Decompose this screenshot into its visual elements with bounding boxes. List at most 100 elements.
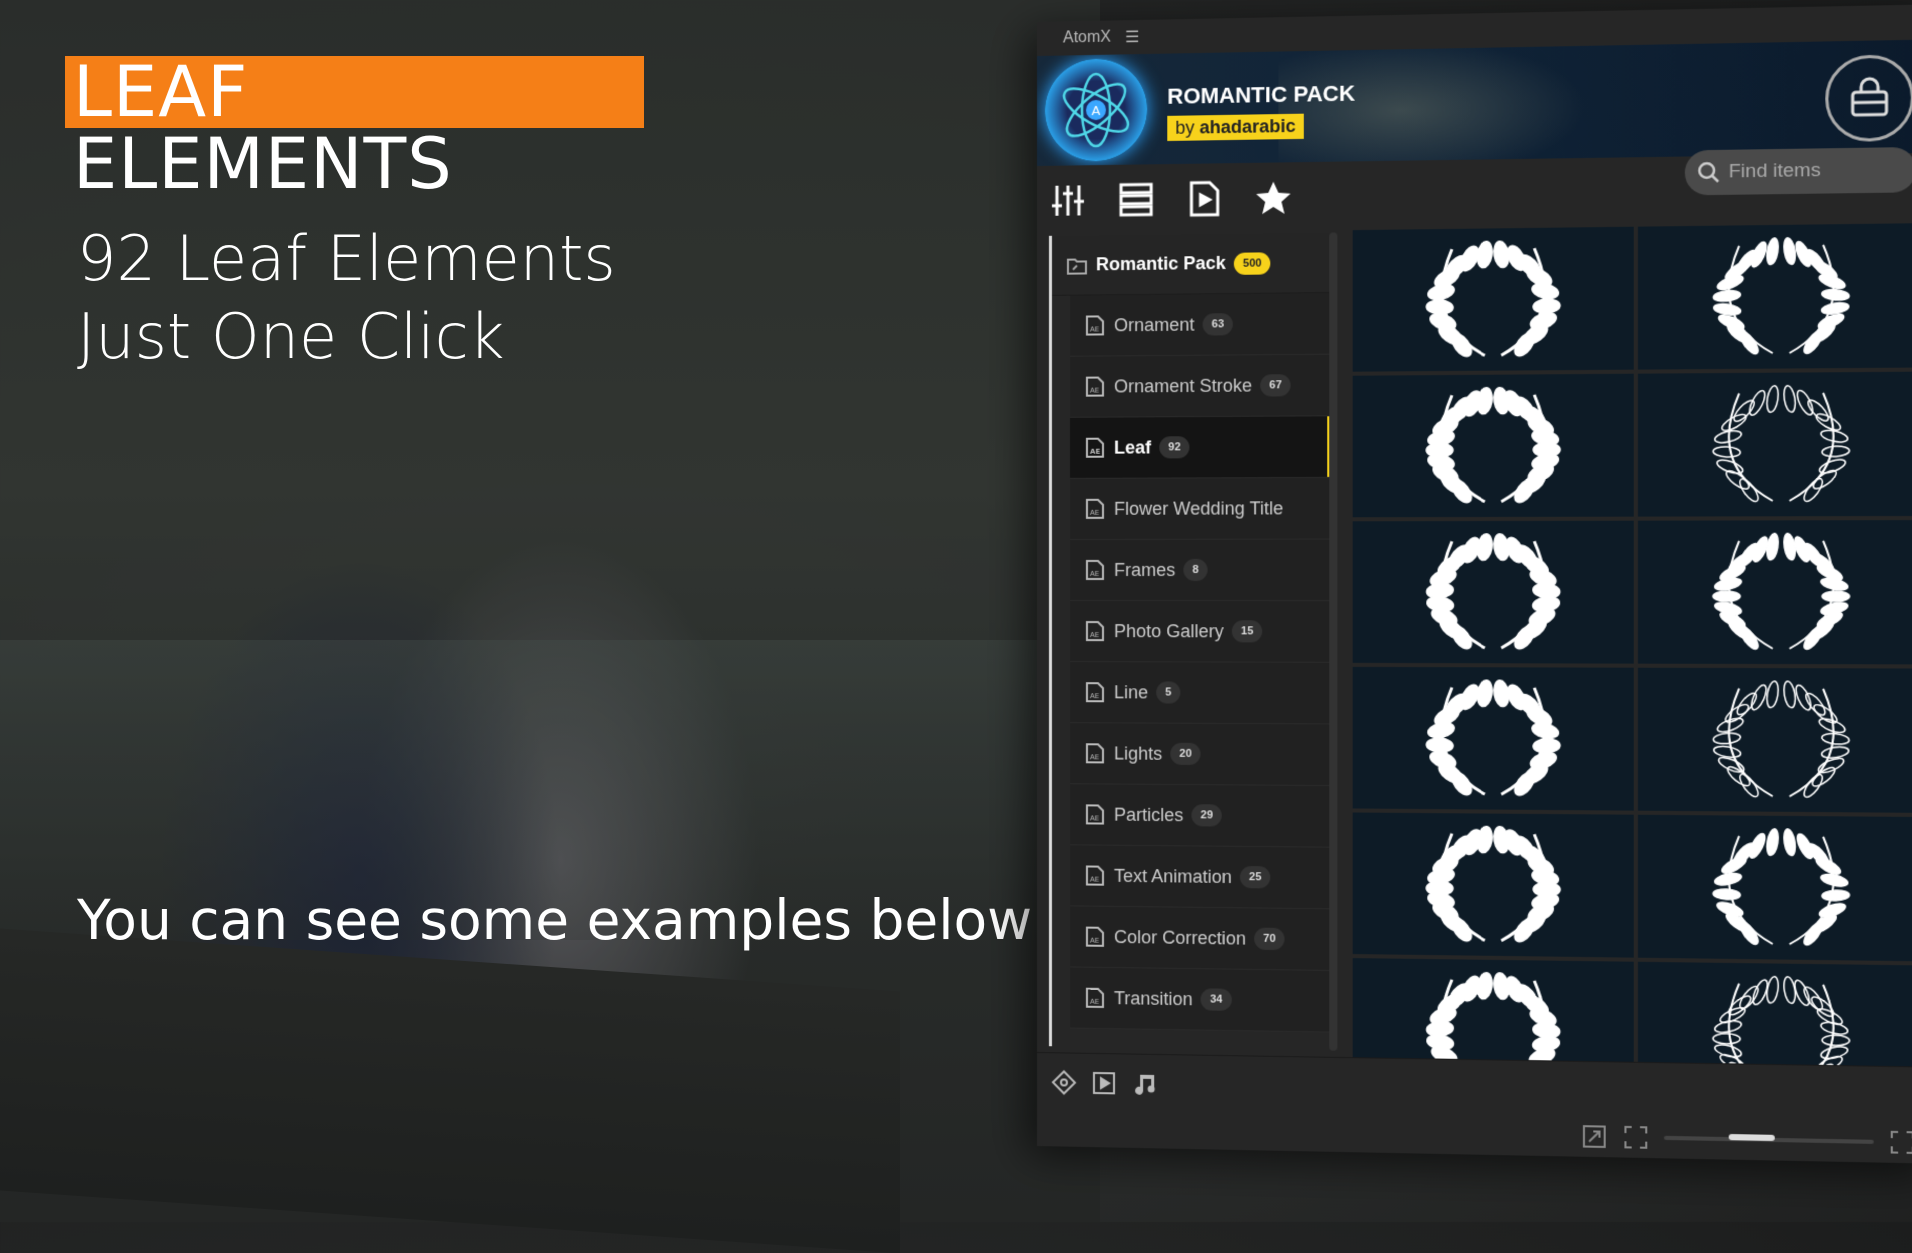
sidebar-item-lights[interactable]: AE Lights 20 — [1070, 723, 1331, 786]
ae-file-icon: AE — [1084, 803, 1106, 825]
star-icon[interactable] — [1254, 178, 1293, 217]
sidebar-item-label: Color Correction — [1114, 926, 1246, 949]
laurel-wreath-icon — [1692, 229, 1871, 364]
thumbnail-laurel-wreath[interactable] — [1353, 227, 1634, 372]
thumbnail-grid — [1353, 223, 1912, 1099]
sliders-icon[interactable] — [1049, 181, 1087, 220]
laurel-wreath-icon — [1692, 820, 1871, 955]
thumbnail-laurel-wreath[interactable] — [1353, 667, 1634, 811]
sidebar-item-frames[interactable]: AE Frames 8 — [1070, 540, 1331, 602]
svg-text:AE: AE — [1090, 937, 1099, 945]
search-field[interactable] — [1685, 147, 1912, 195]
ae-file-icon: AE — [1084, 498, 1106, 520]
promo-headline: 92 Leaf Elements Just One Click — [77, 220, 616, 376]
ae-file-icon: AE — [1084, 987, 1106, 1009]
gamepad-icon[interactable] — [1051, 1069, 1077, 1095]
sidebar-item-count: 8 — [1183, 559, 1207, 581]
sidebar-item-count: 67 — [1260, 374, 1291, 396]
hamburger-icon[interactable]: ☰ — [1125, 27, 1139, 47]
sidebar-item-count: 34 — [1201, 988, 1232, 1011]
sidebar-item-flower-wedding-title[interactable]: AE Flower Wedding Title — [1070, 478, 1331, 540]
headline-line-1: 92 Leaf Elements — [77, 220, 616, 298]
sidebar-item-count: 92 — [1159, 436, 1189, 458]
pack-author: by ahadarabic — [1167, 114, 1304, 141]
ae-file-icon: AE — [1084, 620, 1106, 642]
by-label: by — [1175, 117, 1194, 137]
fit-icon[interactable] — [1581, 1123, 1608, 1150]
play-icon[interactable] — [1091, 1070, 1117, 1097]
zoom-slider-thumb[interactable] — [1729, 1134, 1775, 1141]
ae-file-icon: AE — [1084, 559, 1106, 581]
promo-badge: LEAF ELEMENTS — [65, 56, 644, 128]
music-icon[interactable] — [1131, 1071, 1157, 1098]
ae-file-icon: AE — [1084, 437, 1106, 459]
sidebar-root-count: 500 — [1234, 252, 1271, 275]
panel-bottombar — [1037, 1052, 1912, 1164]
sidebar-item-ornament[interactable]: AE Ornament 63 — [1070, 293, 1331, 357]
sidebar-item-label: Photo Gallery — [1114, 621, 1224, 642]
sidebar-item-label: Flower Wedding Title — [1114, 498, 1283, 520]
fullscreen-icon[interactable] — [1889, 1129, 1912, 1156]
svg-text:AE: AE — [1090, 325, 1099, 333]
svg-text:AE: AE — [1090, 998, 1099, 1006]
sidebar-item-label: Ornament Stroke — [1114, 375, 1252, 397]
sidebar-item-label: Particles — [1114, 804, 1183, 826]
thumbnail-laurel-wreath[interactable] — [1638, 815, 1912, 962]
category-sidebar: Romantic Pack 500 AE Ornament 63 AE Ornam… — [1049, 232, 1331, 1050]
sidebar-item-leaf[interactable]: AE Leaf 92 — [1070, 416, 1331, 479]
sidebar-root-romantic-pack[interactable]: Romantic Pack 500 — [1052, 232, 1331, 295]
thumbnail-laurel-wreath[interactable] — [1353, 374, 1634, 518]
sidebar-item-count: 15 — [1232, 620, 1263, 642]
sidebar-item-label: Line — [1114, 682, 1148, 703]
svg-text:A: A — [1092, 104, 1101, 119]
sidebar-item-label: Leaf — [1114, 437, 1151, 458]
sidebar-root-label: Romantic Pack — [1096, 253, 1226, 276]
sidebar-item-ornament-stroke[interactable]: AE Ornament Stroke 67 — [1070, 355, 1331, 418]
sidebar-item-line[interactable]: AE Line 5 — [1070, 662, 1331, 724]
sidebar-item-label: Lights — [1114, 743, 1162, 764]
list-icon[interactable] — [1117, 180, 1155, 219]
expand-icon[interactable] — [1622, 1124, 1649, 1151]
svg-text:AE: AE — [1090, 814, 1099, 822]
sidebar-item-text-animation[interactable]: AE Text Animation 25 — [1070, 845, 1331, 909]
search-input[interactable] — [1729, 158, 1908, 183]
thumbnail-laurel-wreath[interactable] — [1638, 372, 1912, 517]
ae-file-icon: AE — [1084, 314, 1106, 336]
sidebar-item-count: 5 — [1156, 681, 1180, 703]
shopping-bag-icon[interactable] — [1825, 54, 1912, 142]
laurel-wreath-icon — [1405, 526, 1580, 658]
folder-icon — [1066, 254, 1088, 276]
sidebar-item-label: Text Animation — [1114, 865, 1232, 887]
svg-text:AE: AE — [1090, 387, 1099, 395]
ae-file-icon: AE — [1084, 681, 1106, 703]
panel-toolbar — [1037, 153, 1912, 236]
thumbnail-laurel-wreath[interactable] — [1638, 668, 1912, 813]
headline-line-2: Just One Click — [77, 298, 616, 376]
sidebar-scrollbar[interactable] — [1329, 232, 1337, 1051]
sidebar-item-label: Transition — [1114, 988, 1193, 1010]
author-name: ahadarabic — [1200, 116, 1296, 138]
thumbnail-laurel-wreath[interactable] — [1638, 223, 1912, 369]
laurel-wreath-icon — [1405, 672, 1580, 805]
laurel-wreath-icon — [1405, 232, 1580, 366]
pack-title: ROMANTIC PACK — [1167, 80, 1355, 109]
sidebar-item-count: 20 — [1170, 743, 1200, 765]
svg-text:AE: AE — [1090, 570, 1099, 578]
ae-file-icon: AE — [1084, 926, 1106, 948]
sidebar-item-count: 70 — [1254, 928, 1285, 951]
sidebar-item-particles[interactable]: AE Particles 29 — [1070, 784, 1331, 847]
thumbnail-laurel-wreath[interactable] — [1353, 521, 1634, 664]
laurel-wreath-icon — [1692, 377, 1871, 511]
svg-text:AE: AE — [1090, 509, 1099, 517]
promo-subline: You can see some examples below — [77, 888, 1032, 952]
thumbnail-laurel-wreath[interactable] — [1353, 812, 1634, 957]
sidebar-item-color-correction[interactable]: AE Color Correction 70 — [1070, 906, 1331, 971]
ae-file-icon: AE — [1084, 742, 1106, 764]
ae-file-icon: AE — [1084, 375, 1106, 397]
sidebar-item-photo-gallery[interactable]: AE Photo Gallery 15 — [1070, 601, 1331, 663]
video-file-icon[interactable] — [1185, 179, 1223, 218]
zoom-slider[interactable] — [1664, 1136, 1874, 1144]
sidebar-item-transition[interactable]: AE Transition 34 — [1070, 967, 1331, 1032]
thumbnail-laurel-wreath[interactable] — [1638, 520, 1912, 664]
svg-text:AE: AE — [1090, 631, 1099, 639]
